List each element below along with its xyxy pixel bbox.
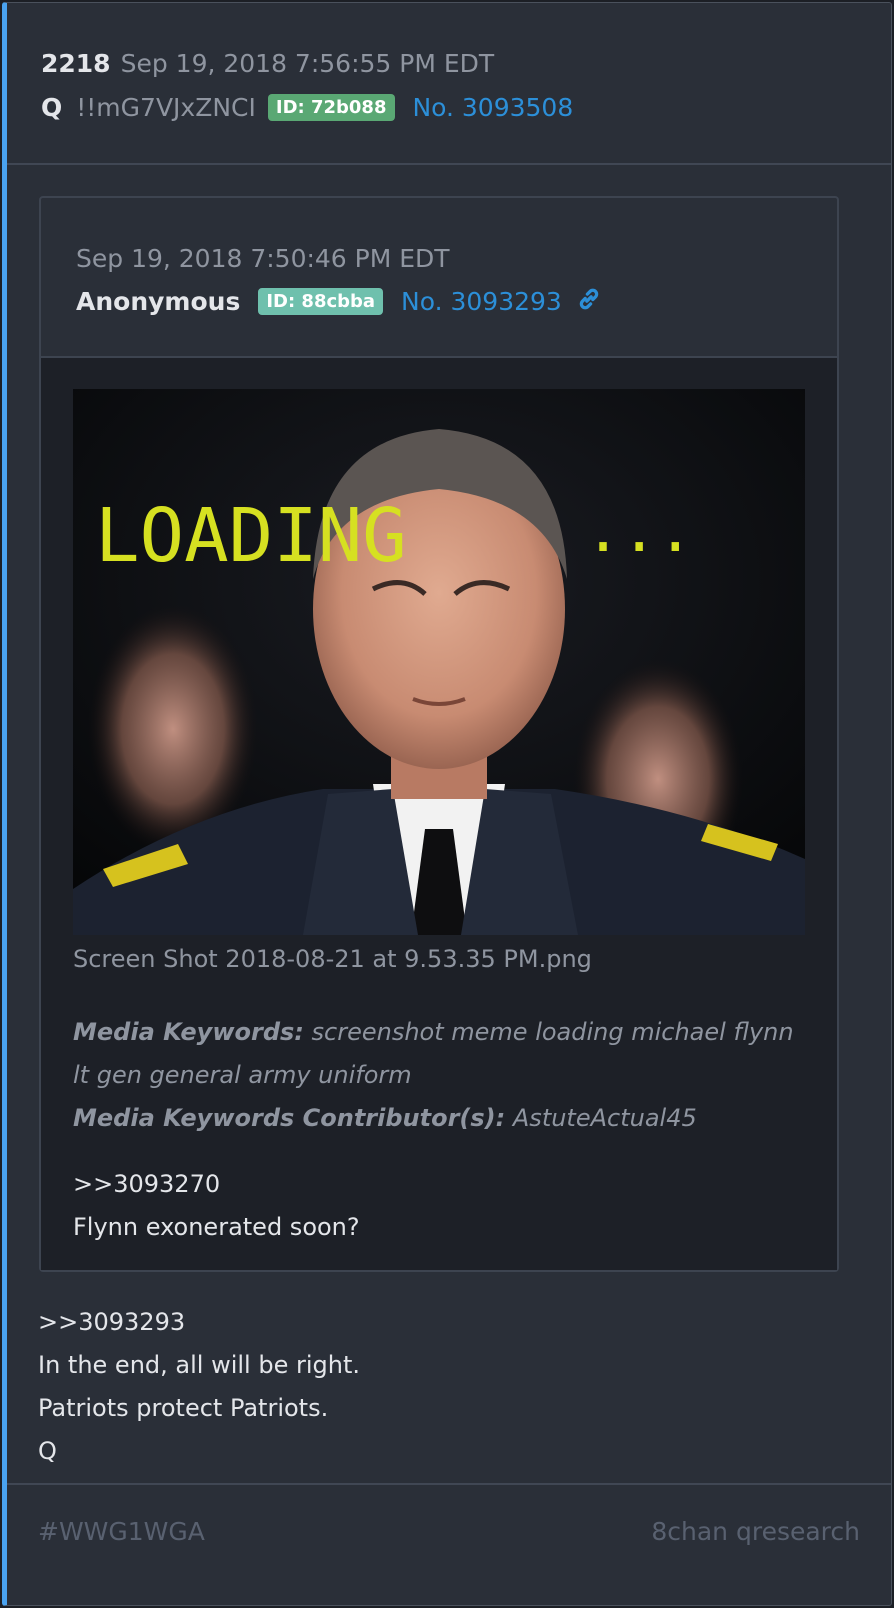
media-contributors-value: AstuteActual45 xyxy=(512,1104,697,1132)
quoted-post: Sep 19, 2018 7:50:46 PM EDT Anonymous ID:… xyxy=(39,196,839,1272)
hashtag: #WWG1WGA xyxy=(38,1517,205,1546)
post-signature: Q xyxy=(38,1437,57,1465)
post-line: In the end, all will be right. xyxy=(38,1351,360,1379)
post-number-link[interactable]: No. 3093508 xyxy=(412,93,573,122)
quoted-post-author-row: Anonymous ID: 88cbba No. 3093293 xyxy=(76,284,602,320)
post-reply-link[interactable]: >>3093293 xyxy=(38,1301,838,1344)
post-count: 2218 xyxy=(41,49,111,78)
post-timestamp: Sep 19, 2018 7:56:55 PM EDT xyxy=(120,49,495,78)
media-contributors-label: Media Keywords Contributor(s): xyxy=(73,1104,506,1132)
media-keywords-label: Media Keywords: xyxy=(73,1018,304,1046)
quoted-poster-id-badge: ID: 88cbba xyxy=(258,288,384,315)
post-image[interactable]: LOADING ... xyxy=(73,389,805,935)
tripcode: !!mG7VJxZNCI xyxy=(76,93,256,122)
quoted-post-text: >>3093270 Flynn exonerated soon? xyxy=(73,1163,808,1249)
quoted-post-author: Anonymous xyxy=(76,287,241,316)
quoted-post-timestamp: Sep 19, 2018 7:50:46 PM EDT xyxy=(76,244,450,273)
post-card: 2218 Sep 19, 2018 7:56:55 PM EDT Q !!mG7VJ… xyxy=(2,2,892,1606)
link-icon[interactable] xyxy=(568,287,602,316)
post-text: >>3093293 In the end, all will be right.… xyxy=(38,1301,838,1473)
post-author: Q xyxy=(41,93,63,122)
quoted-post-body: LOADING ... Screen Shot 2018-08-21 at 9.… xyxy=(41,358,837,1270)
post-meta-row: 2218 Sep 19, 2018 7:56:55 PM EDT xyxy=(41,47,494,81)
loading-text: LOADING xyxy=(95,493,407,579)
poster-id-badge: ID: 72b088 xyxy=(267,94,395,121)
quoted-post-line: Flynn exonerated soon? xyxy=(73,1213,360,1241)
source-label: 8chan qresearch xyxy=(651,1517,860,1546)
media-keywords: Media Keywords: screenshot meme loading … xyxy=(73,1011,808,1140)
post-header: 2218 Sep 19, 2018 7:56:55 PM EDT Q !!mG7VJ… xyxy=(7,3,891,165)
quoted-post-reply-link[interactable]: >>3093270 xyxy=(73,1163,808,1206)
post-author-row: Q !!mG7VJxZNCI ID: 72b088 No. 3093508 xyxy=(41,91,573,125)
quoted-post-number-link[interactable]: No. 3093293 xyxy=(401,287,562,316)
loading-dots: ... xyxy=(585,496,693,566)
post-footer: #WWG1WGA 8chan qresearch xyxy=(7,1483,891,1605)
post-line: Patriots protect Patriots. xyxy=(38,1394,329,1422)
image-filename[interactable]: Screen Shot 2018-08-21 at 9.53.35 PM.png xyxy=(73,942,592,976)
quoted-post-header: Sep 19, 2018 7:50:46 PM EDT Anonymous ID:… xyxy=(41,198,837,358)
